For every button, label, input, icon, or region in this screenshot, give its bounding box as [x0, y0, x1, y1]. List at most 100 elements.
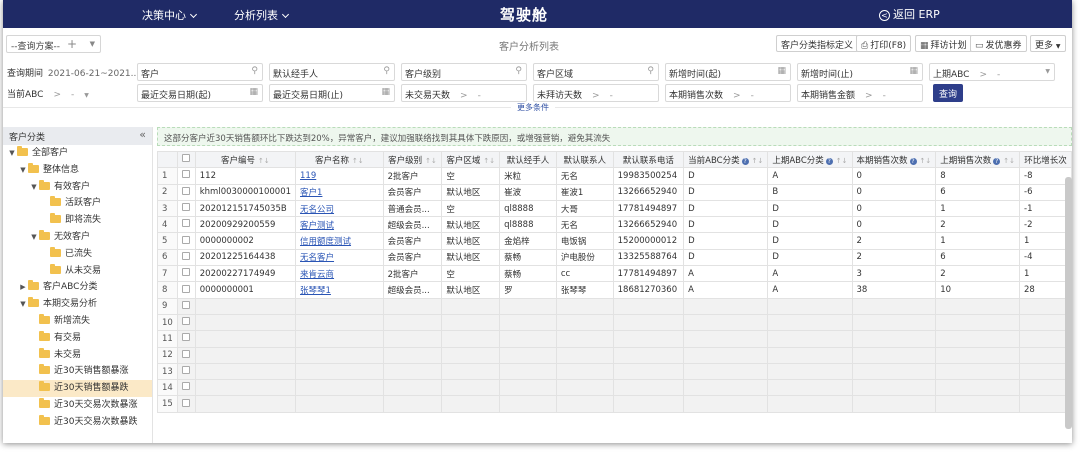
- more-conditions-button[interactable]: 更多条件: [511, 102, 555, 113]
- plus-icon[interactable]: +: [67, 37, 77, 51]
- sort-icon[interactable]: ↑↓: [258, 157, 270, 165]
- sidebar-item[interactable]: 近30天销售额暴跌: [3, 380, 152, 397]
- sort-icon[interactable]: ↑↓: [752, 157, 764, 165]
- customer-name-link[interactable]: 信用额度测试: [300, 237, 351, 247]
- new-time-start-input[interactable]: 新增时间(起) ▦: [665, 63, 791, 81]
- sidebar-item[interactable]: 新增流失: [3, 313, 152, 330]
- current-abc-select[interactable]: 当前ABC > - ▼: [7, 87, 89, 100]
- sort-icon[interactable]: ↑↓: [836, 157, 848, 165]
- sales-amount-select[interactable]: 本期销售金额 > -: [797, 84, 923, 102]
- table-row[interactable]: 2 khml0030000100001 客户1 会员客户 默认地区 崔波 崔波1 132666…: [157, 183, 1072, 201]
- sort-icon[interactable]: ↑↓: [1003, 157, 1015, 165]
- sidebar-item[interactable]: 已流失: [3, 246, 152, 263]
- customer-level-input[interactable]: 客户级别 ⚲: [401, 63, 527, 81]
- column-header[interactable]: 环比增长次: [1019, 150, 1072, 169]
- customer-name-link[interactable]: 无名客户: [300, 253, 334, 263]
- column-header[interactable]: 上期ABC分类? ↑↓: [767, 150, 853, 169]
- sort-icon[interactable]: ↑↓: [920, 157, 932, 165]
- more-button[interactable]: 更多 ▼: [1030, 35, 1066, 52]
- query-button[interactable]: 查询: [933, 84, 964, 102]
- row-checkbox[interactable]: [181, 300, 190, 309]
- customer-name-link[interactable]: 无名公司: [300, 205, 334, 215]
- column-header[interactable]: 客户区域 ↑↓: [441, 150, 501, 169]
- coupon-button[interactable]: ▭ 发优惠券: [970, 35, 1027, 52]
- sidebar-item[interactable]: ▼ 整体信息: [3, 162, 152, 179]
- row-checkbox[interactable]: [181, 235, 190, 244]
- table-row[interactable]: 15: [157, 395, 1072, 413]
- row-checkbox-cell[interactable]: [176, 281, 196, 299]
- table-row[interactable]: 13: [157, 362, 1072, 381]
- row-checkbox[interactable]: [181, 382, 190, 391]
- row-checkbox-cell[interactable]: [176, 395, 196, 413]
- expand-down-icon[interactable]: ▼: [7, 145, 17, 162]
- last-trade-start-input[interactable]: 最近交易日期(起) ▦: [137, 84, 263, 102]
- expand-down-icon[interactable]: ▼: [29, 229, 39, 246]
- customer-name-link[interactable]: 张琴琴1: [300, 286, 331, 296]
- row-checkbox[interactable]: [181, 317, 190, 326]
- table-row[interactable]: 10: [157, 313, 1072, 332]
- sidebar-item[interactable]: 有交易: [3, 330, 152, 347]
- table-row[interactable]: 6 20201225164438 无名客户 会员客户 默认地区 蔡畅 沪电股份 1332558…: [157, 248, 1072, 267]
- expand-right-icon[interactable]: ▶: [18, 279, 28, 296]
- column-header[interactable]: 上期销售次数? ↑↓: [935, 150, 1020, 169]
- column-header[interactable]: 客户级别 ↑↓: [382, 150, 443, 169]
- column-header[interactable]: 默认联系人: [555, 150, 614, 169]
- row-checkbox[interactable]: [181, 284, 190, 293]
- no-trade-days-select[interactable]: 未交易天数 > -: [401, 84, 527, 102]
- row-checkbox[interactable]: [181, 219, 190, 228]
- row-checkbox-cell[interactable]: [176, 248, 196, 267]
- table-row[interactable]: 4 20200929200559 客户测试 超级会员... 默认地区 ql8888 无名 13…: [157, 216, 1072, 234]
- sidebar-item[interactable]: ▼ 全部客户: [3, 145, 152, 162]
- help-icon[interactable]: ?: [741, 157, 749, 165]
- table-row[interactable]: 3 202012151745035B 无名公司 普通会员... 空 ql8888 大哥 177…: [157, 199, 1072, 218]
- row-checkbox[interactable]: [181, 333, 190, 342]
- row-checkbox[interactable]: [181, 203, 190, 212]
- row-checkbox-cell[interactable]: [176, 232, 196, 250]
- period-filter[interactable]: 查询期间 2021-06-21~2021...: [7, 66, 139, 79]
- row-checkbox-cell[interactable]: [176, 346, 196, 364]
- row-checkbox-cell[interactable]: [176, 167, 196, 185]
- sidebar-item[interactable]: ▼ 本期交易分析: [3, 296, 152, 313]
- row-checkbox[interactable]: [181, 366, 190, 374]
- last-trade-end-input[interactable]: 最近交易日期(止) ▦: [269, 84, 395, 102]
- table-row[interactable]: 8 0000000001 张琴琴1 超级会员... 默认地区罗张琴琴 1868127036…: [157, 281, 1072, 299]
- last-abc-select[interactable]: 上期ABC > - ▼: [929, 63, 1055, 81]
- table-row[interactable]: 7 20200227174949 来肯云商 2批客户空蔡畅 cc 17781494897 A…: [157, 265, 1072, 283]
- row-checkbox-cell[interactable]: [176, 183, 196, 201]
- table-row[interactable]: 9: [157, 297, 1072, 315]
- row-checkbox-cell[interactable]: [176, 379, 196, 397]
- back-erp-button[interactable]: < 返回 ERP: [879, 6, 940, 22]
- column-header[interactable]: 当前ABC分类? ↑↓: [683, 150, 769, 169]
- row-checkbox-cell[interactable]: [176, 330, 196, 348]
- nav-decision-center[interactable]: 决策中心: [142, 7, 198, 23]
- column-header[interactable]: [157, 150, 178, 169]
- expand-down-icon[interactable]: ▼: [29, 179, 39, 196]
- visit-plan-button[interactable]: ▦ 拜访计划: [915, 35, 972, 52]
- sidebar-item[interactable]: 近30天销售额暴涨: [3, 363, 152, 380]
- sort-icon[interactable]: ↑↓: [352, 157, 364, 165]
- row-checkbox[interactable]: [181, 170, 190, 179]
- vertical-scrollbar[interactable]: [1065, 177, 1072, 429]
- customer-name-link[interactable]: 来肯云商: [300, 270, 334, 280]
- nav-analysis-list[interactable]: 分析列表: [234, 7, 290, 23]
- row-checkbox[interactable]: [181, 349, 190, 358]
- sidebar-item[interactable]: 近30天交易次数暴跌: [3, 414, 152, 431]
- indicator-definition-button[interactable]: 客户分类指标定义: [776, 35, 859, 52]
- customer-area-input[interactable]: 客户区域 ⚲: [533, 63, 659, 81]
- column-header[interactable]: 客户名称 ↑↓: [295, 150, 384, 169]
- customer-name-link[interactable]: 客户1: [300, 188, 322, 198]
- sidebar-item[interactable]: 近30天交易次数暴涨: [3, 397, 152, 414]
- table-row[interactable]: 5 0000000002 信用额度测试 会员客户 默认地区 金焰梓 电饭锅 152000000…: [157, 232, 1072, 250]
- no-visit-days-select[interactable]: 未拜访天数 > -: [533, 84, 659, 102]
- sales-count-select[interactable]: 本期销售次数 > -: [665, 84, 791, 102]
- expand-down-icon[interactable]: ▼: [18, 296, 28, 313]
- sidebar-item[interactable]: ▼ 有效客户: [3, 179, 152, 196]
- column-header[interactable]: 默认经手人: [499, 150, 557, 169]
- expand-down-icon[interactable]: ▼: [18, 162, 28, 179]
- row-checkbox[interactable]: [181, 268, 190, 277]
- row-checkbox[interactable]: [181, 251, 190, 260]
- help-icon[interactable]: ?: [909, 157, 917, 165]
- default-manager-input[interactable]: 默认经手人 ⚲: [269, 63, 395, 81]
- row-checkbox[interactable]: [181, 186, 190, 195]
- sidebar-item[interactable]: ▶ 客户ABC分类: [3, 279, 152, 296]
